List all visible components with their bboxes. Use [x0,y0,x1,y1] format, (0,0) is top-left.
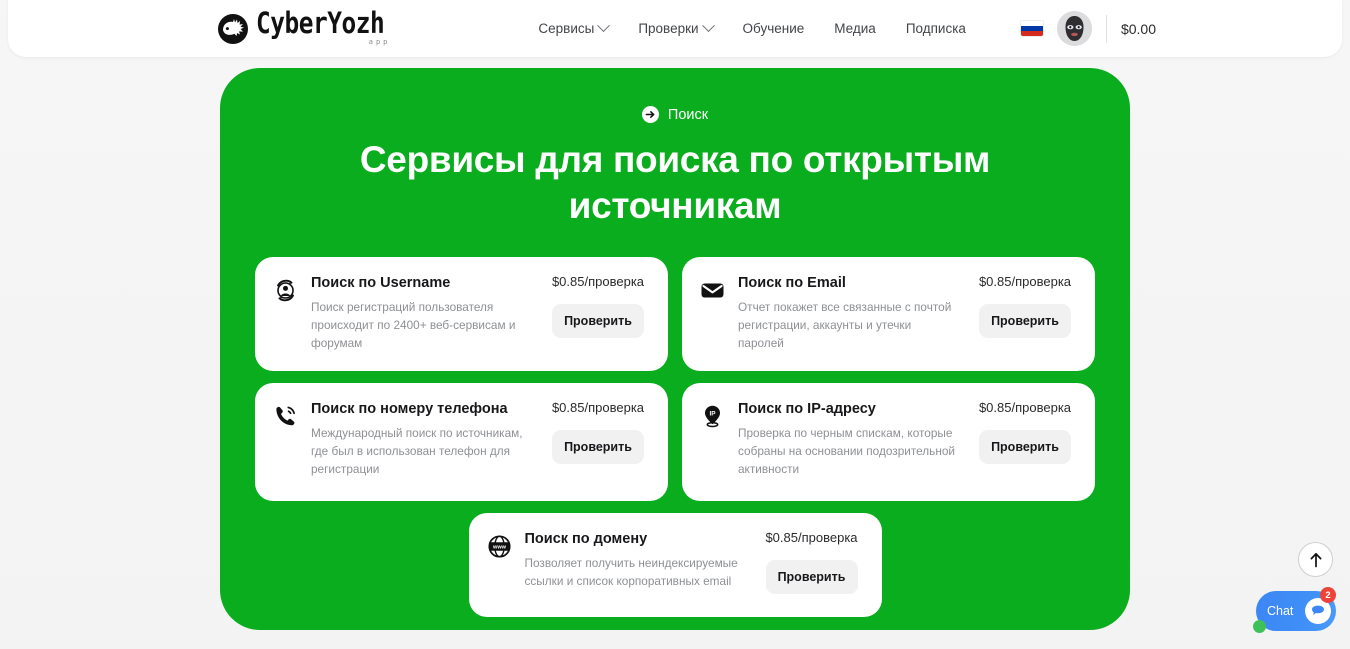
nav-label: Медиа [834,21,876,36]
hero-eyebrow-label: Поиск [667,106,709,123]
hero-eyebrow: Поиск [220,106,1130,123]
nav-item-checks[interactable]: Проверки [638,19,715,36]
card-title: Поиск по IP-адресу [738,400,876,417]
check-button[interactable]: Проверить [552,303,644,338]
nav-label: Обучение [742,21,805,36]
nav-item-services[interactable]: Сервисы [538,19,611,36]
services-grid-bottom: www Поиск по домену Позволяет получить н… [255,512,1095,617]
card-description: Отчет покажет все связанные с почтой рег… [738,300,952,350]
card-description: Позволяет получить неиндексируемые ссылк… [524,556,738,589]
check-button[interactable]: Проверить [979,303,1071,338]
card-price: $0.85/проверка [551,273,645,289]
nav-item-education[interactable]: Обучение [743,21,805,36]
scroll-to-top-button[interactable] [1298,542,1333,577]
globe-www-icon: www [486,533,513,560]
card-actions: $0.85/проверка Проверить [546,401,650,464]
card-actions: $0.85/проверка Проверить [760,531,864,594]
card-description: Поиск регистраций пользователя происходи… [311,300,516,350]
hero-panel: Поиск Сервисы для поиска по открытым ист… [220,68,1130,630]
hedgehog-icon [218,13,248,44]
check-button[interactable]: Проверить [979,429,1071,464]
header-right-cluster: $0.00 [1020,11,1156,46]
page-title: Сервисы для поиска по открытым источника… [359,139,991,226]
card-title: Поиск по Email [738,274,846,291]
svg-text:IP: IP [709,410,716,417]
card-price: $0.85/проверка [978,399,1072,415]
service-card-phone[interactable]: Поиск по номеру телефона Международный п… [255,382,668,501]
service-card-ip[interactable]: IP Поиск по IP-адресу Проверка по черным… [682,382,1095,501]
main-nav: Сервисы Проверки Обучение Медиа Подписка [538,19,966,36]
card-title: Поиск по домену [524,530,648,547]
service-card-username[interactable]: Поиск по Username Поиск регистраций поль… [255,256,668,371]
card-actions: $0.85/проверка Проверить [973,275,1077,338]
arrow-right-circle-icon [641,106,659,123]
card-actions: $0.85/проверка Проверить [546,275,650,338]
card-description: Проверка по черным спискам, которые собр… [738,426,955,477]
logo-text: CyberYozh [256,7,385,41]
ru-flag-icon[interactable] [1020,21,1043,36]
chat-unread-badge: 2 [1320,587,1336,603]
avatar[interactable] [1056,11,1092,46]
arrow-up-icon [1310,552,1321,567]
svg-text:www: www [491,545,506,551]
services-grid: Поиск по Username Поиск регистраций поль… [255,256,1095,501]
card-price: $0.85/проверка [551,399,645,415]
card-title: Поиск по номеру телефона [311,400,508,417]
header-divider [1105,14,1107,43]
logo[interactable]: CyberYozh app [218,7,392,46]
site-header: CyberYozh app Сервисы Проверки Обучение … [8,0,1342,57]
chevron-down-icon [597,19,611,33]
check-button[interactable]: Проверить [552,429,644,464]
ip-pin-icon: IP [699,403,726,430]
chat-widget[interactable]: Chat 2 [1253,587,1336,633]
check-button[interactable]: Проверить [765,559,858,594]
balance-amount[interactable]: $0.00 [1121,21,1156,37]
service-card-domain[interactable]: www Поиск по домену Позволяет получить н… [468,512,882,617]
service-card-email[interactable]: Поиск по Email Отчет покажет все связанн… [682,256,1095,371]
chevron-down-icon [701,19,715,33]
card-price: $0.85/проверка [978,273,1072,289]
user-search-icon [272,277,299,304]
chat-label: Chat [1267,604,1294,618]
card-title: Поиск по Username [311,274,451,291]
phone-icon [272,403,299,430]
card-description: Международный поиск по источникам, где б… [311,426,523,477]
envelope-icon [699,277,726,304]
card-actions: $0.85/проверка Проверить [973,401,1077,464]
nav-label: Сервисы [538,21,595,36]
nav-item-subscription[interactable]: Подписка [906,21,966,36]
nav-label: Проверки [638,21,699,36]
card-price: $0.85/проверка [765,529,858,545]
nav-item-media[interactable]: Медиа [834,21,876,36]
online-dot [1253,620,1266,633]
nav-label: Подписка [905,21,966,36]
